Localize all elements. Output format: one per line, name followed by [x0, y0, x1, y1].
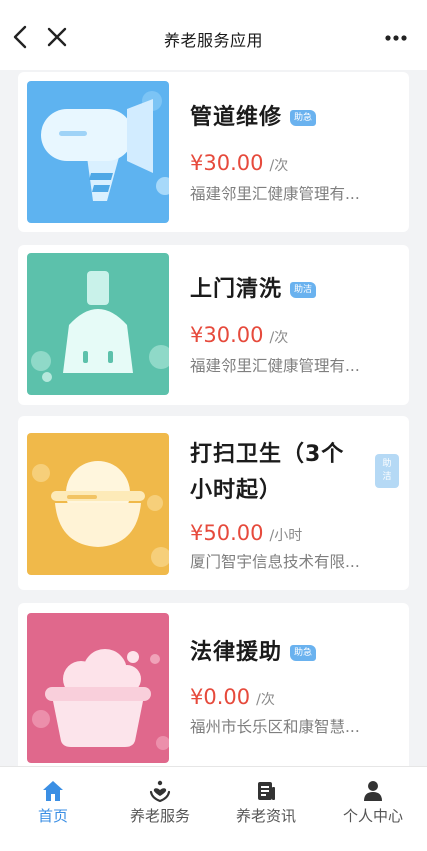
category-badge: 助洁 [375, 454, 399, 488]
tab-label: 个人中心 [342, 807, 403, 825]
service-title: 上门清洗 助洁 [190, 272, 317, 308]
tab-label: 首页 [37, 807, 68, 825]
home-icon [43, 781, 63, 801]
service-title: 打扫卫生（3个 小时起） [190, 442, 345, 503]
bathtub-illustration [27, 613, 169, 763]
category-badge: 助急 [290, 645, 317, 661]
news-icon [258, 782, 275, 800]
vendor-name: 福州市长乐区和康智慧... [190, 718, 360, 736]
service-price: ¥30.00/次 [190, 323, 289, 347]
top-nav-bar: 养老服务应用 [0, 0, 427, 70]
service-card-home-cleaning[interactable]: 上门清洗 助洁 ¥30.00/次 福建邻里汇健康管理有... [18, 245, 409, 405]
service-card-pipe-repair[interactable]: 管道维修 助急 ¥30.00/次 福建邻里汇健康管理有... [18, 72, 409, 232]
broom-illustration [27, 253, 169, 395]
app-page: 养老服务应用 管道维修 助急 ¥30.00 /次 福建邻里汇健康管理有... 上… [0, 0, 427, 851]
service-price: ¥0.00/次 [190, 685, 275, 709]
vendor-name: 福建邻里汇健康管理有... [190, 357, 360, 375]
tab-profile[interactable]: 个人中心 [320, 767, 426, 851]
page-title: 养老服务应用 [163, 31, 263, 50]
tab-elderly-news[interactable]: 养老资讯 [213, 767, 319, 851]
heart-hands-icon [149, 780, 171, 803]
category-badge: 助急 [290, 110, 317, 126]
tab-label: 养老服务 [129, 807, 190, 825]
vendor-name: 厦门智宇信息技术有限... [190, 553, 360, 571]
vendor-name: 福建邻里汇健康管理有... [190, 185, 360, 203]
tab-elderly-services[interactable]: 养老服务 [107, 767, 213, 851]
hair-dryer-illustration [27, 81, 169, 223]
category-badge: 助洁 [290, 282, 317, 298]
service-price: ¥50.00/小时 [190, 521, 303, 545]
service-title: 管道维修 助急 [190, 100, 317, 136]
tab-label: 养老资讯 [235, 807, 296, 825]
person-icon [364, 781, 382, 801]
rice-bowl-illustration [27, 433, 169, 575]
service-title: 法律援助 助急 [190, 635, 317, 671]
service-card-legal-aid[interactable]: 法律援助 助急 ¥0.00/次 福州市长乐区和康智慧... [18, 603, 409, 773]
more-icon[interactable] [383, 25, 413, 55]
tab-home[interactable]: 首页 [0, 767, 106, 851]
service-card-housekeeping[interactable]: 打扫卫生（3个 小时起） 助洁 ¥50.00/小时 厦门智宇信息技术有限... [18, 416, 409, 590]
service-price: ¥30.00/次 [190, 151, 289, 175]
bottom-tab-bar: 首页 养老服务 养老资讯 个人中心 [0, 766, 427, 851]
